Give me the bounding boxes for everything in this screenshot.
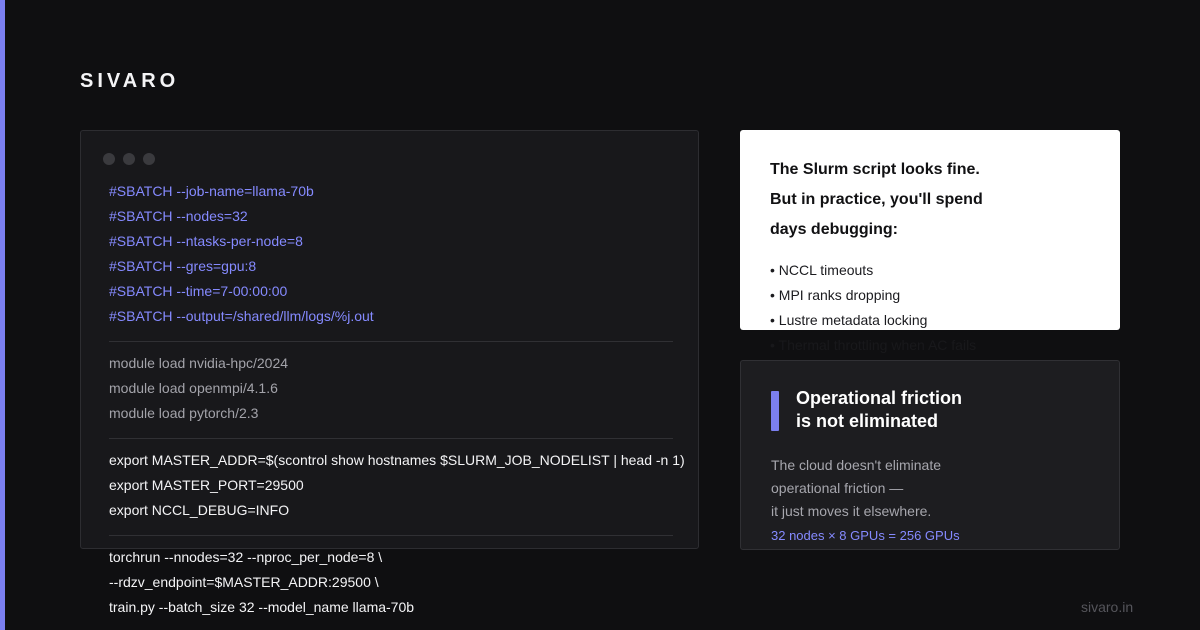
friction-description-line: The cloud doesn't eliminate: [771, 457, 941, 473]
brand-logo: SIVARO: [80, 70, 180, 92]
module-load-line: module load pytorch/2.3: [109, 405, 259, 421]
sbatch-line: #SBATCH --gres=gpu:8: [109, 258, 257, 274]
callout-heading-line: days debugging:: [770, 221, 898, 238]
friction-description-line: it just moves it elsewhere.: [771, 503, 932, 519]
slurm-script-terminal: #SBATCH --job-name=llama-70b #SBATCH --n…: [80, 130, 699, 615]
module-load-lines: module load nvidia-hpc/2024 module load …: [109, 351, 673, 426]
debugging-issue-item: • MPI ranks dropping: [770, 287, 901, 303]
debugging-callout-card: The Slurm script looks fine. But in prac…: [740, 130, 1120, 353]
friction-description: The cloud doesn't eliminate operational …: [771, 454, 1071, 523]
module-load-line: module load nvidia-hpc/2024: [109, 355, 289, 371]
debugging-issue-item: • NCCL timeouts: [770, 262, 874, 278]
export-line: export NCCL_DEBUG=INFO: [109, 502, 290, 518]
torchrun-command: torchrun --nnodes=32 --nproc_per_node=8 …: [109, 545, 673, 620]
gpu-count-summary: 32 nodes × 8 GPUs = 256 GPUs: [771, 528, 960, 543]
code-section-divider: [109, 438, 673, 439]
yellow-window-dot-icon: [123, 153, 135, 165]
torchrun-line: torchrun --nnodes=32 --nproc_per_node=8 …: [109, 549, 383, 565]
sbatch-line: #SBATCH --job-name=llama-70b: [109, 183, 314, 199]
export-line: export MASTER_ADDR=$(scontrol show hostn…: [109, 452, 685, 468]
module-load-line: module load openmpi/4.1.6: [109, 380, 278, 396]
sbatch-line: #SBATCH --nodes=32: [109, 208, 248, 224]
sbatch-directives: #SBATCH --job-name=llama-70b #SBATCH --n…: [109, 179, 673, 329]
friction-title-line: Operational friction: [796, 388, 963, 408]
slurm-code-block: #SBATCH --job-name=llama-70b #SBATCH --n…: [109, 179, 685, 620]
debugging-issue-item: • Thermal throttling when AC fails: [770, 337, 977, 353]
friction-title-line: is not eliminated: [796, 411, 939, 431]
torchrun-line: train.py --batch_size 32 --model_name ll…: [109, 599, 415, 615]
code-section-divider: [109, 535, 673, 536]
friction-accent-bar: [771, 391, 779, 431]
red-window-dot-icon: [103, 153, 115, 165]
debugging-issues-list: • NCCL timeouts • MPI ranks dropping • L…: [770, 258, 976, 358]
operational-friction-card: Operational friction is not eliminated T…: [740, 360, 1120, 550]
export-line: export MASTER_PORT=29500: [109, 477, 304, 493]
debugging-issue-item: • Lustre metadata locking: [770, 312, 928, 328]
sbatch-line: #SBATCH --ntasks-per-node=8: [109, 233, 303, 249]
terminal-window-controls: [103, 153, 155, 165]
friction-title: Operational friction is not eliminated: [796, 387, 1026, 433]
friction-description-line: operational friction —: [771, 480, 904, 496]
code-section-divider: [109, 341, 673, 342]
callout-heading-line: But in practice, you'll spend: [770, 191, 983, 208]
sbatch-line: #SBATCH --time=7-00:00:00: [109, 283, 288, 299]
torchrun-line: --rdzv_endpoint=$MASTER_ADDR:29500 \: [109, 574, 379, 590]
green-window-dot-icon: [143, 153, 155, 165]
left-accent-stripe: [0, 0, 5, 630]
sbatch-line: #SBATCH --output=/shared/llm/logs/%j.out: [109, 308, 374, 324]
environment-exports: export MASTER_ADDR=$(scontrol show hostn…: [109, 448, 685, 523]
footer-domain: sivaro.in: [1081, 599, 1134, 615]
callout-heading-line: The Slurm script looks fine.: [770, 161, 980, 178]
callout-heading: The Slurm script looks fine. But in prac…: [770, 155, 1030, 245]
